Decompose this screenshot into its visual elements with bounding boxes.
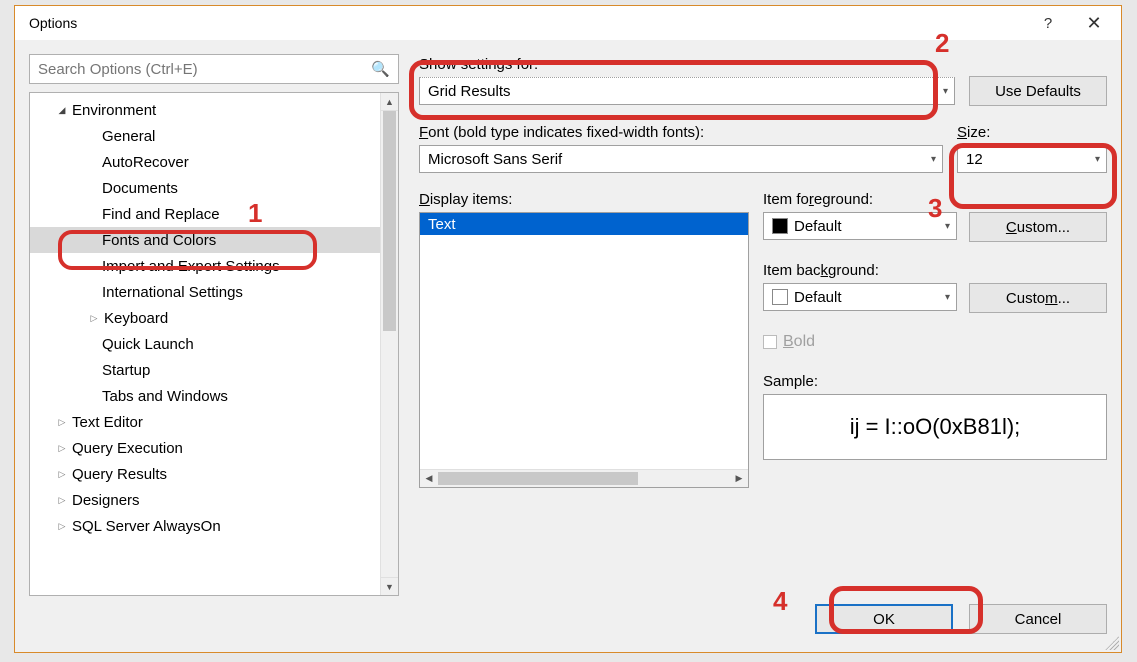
chevron-down-icon: ▾ — [943, 86, 948, 97]
search-box[interactable]: 🔍 — [29, 54, 399, 84]
resize-grip-icon[interactable] — [1105, 636, 1119, 650]
chevron-down-icon[interactable] — [54, 105, 70, 116]
tree-item-fonts-colors[interactable]: Fonts and Colors — [30, 227, 380, 253]
tree-item-keyboard[interactable]: Keyboard — [30, 305, 380, 331]
titlebar: Options ? ✕ — [15, 6, 1121, 40]
use-defaults-button[interactable]: Use Defaults — [969, 76, 1107, 106]
chevron-right-icon[interactable] — [86, 313, 102, 324]
display-items-list[interactable]: Text ◀ ▶ — [419, 212, 749, 488]
dialog-footer: OK Cancel — [15, 596, 1121, 652]
chevron-down-icon: ▾ — [945, 292, 950, 303]
chevron-down-icon: ▾ — [931, 154, 936, 165]
search-icon: 🔍 — [371, 60, 390, 78]
tree-item-general[interactable]: General — [30, 123, 380, 149]
tree-item-quick-launch[interactable]: Quick Launch — [30, 331, 380, 357]
chevron-right-icon[interactable] — [54, 521, 70, 532]
sample-text: ij = I::oO(0xB81l); — [850, 414, 1021, 440]
custom-foreground-button[interactable]: Custom... — [969, 212, 1107, 242]
display-item-text[interactable]: Text — [420, 213, 748, 235]
scroll-left-icon[interactable]: ◀ — [420, 470, 438, 487]
background-swatch — [772, 289, 788, 305]
chevron-right-icon[interactable] — [54, 443, 70, 454]
tree-item-query-execution[interactable]: Query Execution — [30, 435, 380, 461]
show-settings-for-combo[interactable]: Grid Results ▾ — [419, 77, 955, 105]
foreground-value: Default — [794, 218, 945, 235]
show-settings-for-label: Show settings for: — [419, 56, 955, 73]
left-panel: 🔍 Environment General AutoRecover Docume… — [29, 54, 399, 596]
help-button[interactable]: ? — [1025, 9, 1071, 37]
custom-background-button[interactable]: Custom... — [969, 283, 1107, 313]
right-panel: Show settings for: Grid Results ▾ Use De… — [409, 54, 1107, 596]
tree-item-autorecover[interactable]: AutoRecover — [30, 149, 380, 175]
tree-item-designers[interactable]: Designers — [30, 487, 380, 513]
scroll-thumb-h[interactable] — [438, 472, 638, 485]
scroll-thumb[interactable] — [383, 111, 396, 331]
chevron-right-icon[interactable] — [54, 469, 70, 480]
sample-preview: ij = I::oO(0xB81l); — [763, 394, 1107, 460]
display-items-label: Display items: — [419, 191, 749, 208]
tree-item-query-results[interactable]: Query Results — [30, 461, 380, 487]
tree-item-find-replace[interactable]: Find and Replace — [30, 201, 380, 227]
close-icon: ✕ — [1086, 13, 1101, 34]
tree-item-environment[interactable]: Environment — [30, 97, 380, 123]
tree-item-documents[interactable]: Documents — [30, 175, 380, 201]
tree-item-sql-alwayson[interactable]: SQL Server AlwaysOn — [30, 513, 380, 539]
item-foreground-label: Item foreground: — [763, 191, 1107, 208]
close-button[interactable]: ✕ — [1071, 9, 1117, 37]
tree-item-startup[interactable]: Startup — [30, 357, 380, 383]
scroll-right-icon[interactable]: ▶ — [730, 470, 748, 487]
help-icon: ? — [1044, 15, 1052, 32]
scroll-up-icon[interactable]: ▲ — [381, 93, 398, 111]
list-scrollbar-h[interactable]: ◀ ▶ — [420, 469, 748, 487]
chevron-down-icon: ▾ — [945, 221, 950, 232]
item-background-label: Item background: — [763, 262, 1107, 279]
font-label: Font (bold type indicates fixed-width fo… — [419, 124, 943, 141]
background-value: Default — [794, 289, 945, 306]
tree-scrollbar[interactable]: ▲ ▼ — [380, 93, 398, 595]
tree-item-tabs-windows[interactable]: Tabs and Windows — [30, 383, 380, 409]
window-title: Options — [29, 15, 77, 31]
bold-checkbox: Bold — [763, 333, 1107, 351]
ok-button[interactable]: OK — [815, 604, 953, 634]
tree-item-international[interactable]: International Settings — [30, 279, 380, 305]
checkbox-icon — [763, 335, 777, 349]
font-value: Microsoft Sans Serif — [428, 151, 931, 168]
chevron-right-icon[interactable] — [54, 417, 70, 428]
show-settings-for-value: Grid Results — [428, 83, 943, 100]
font-combo[interactable]: Microsoft Sans Serif ▾ — [419, 145, 943, 173]
cancel-button[interactable]: Cancel — [969, 604, 1107, 634]
foreground-swatch — [772, 218, 788, 234]
background-combo[interactable]: Default ▾ — [763, 283, 957, 311]
options-dialog: Options ? ✕ 🔍 Environment General AutoRe… — [14, 5, 1122, 653]
tree-item-import-export[interactable]: Import and Export Settings — [30, 253, 380, 279]
size-label: Size: — [957, 124, 1107, 141]
size-combo[interactable]: 12 ▾ — [957, 145, 1107, 173]
tree-item-text-editor[interactable]: Text Editor — [30, 409, 380, 435]
search-input[interactable] — [38, 61, 365, 78]
options-tree: Environment General AutoRecover Document… — [29, 92, 399, 596]
foreground-combo[interactable]: Default ▾ — [763, 212, 957, 240]
chevron-down-icon: ▾ — [1095, 154, 1100, 165]
chevron-right-icon[interactable] — [54, 495, 70, 506]
size-value: 12 — [966, 151, 1095, 168]
scroll-down-icon[interactable]: ▼ — [381, 577, 398, 595]
sample-label: Sample: — [763, 373, 1107, 390]
